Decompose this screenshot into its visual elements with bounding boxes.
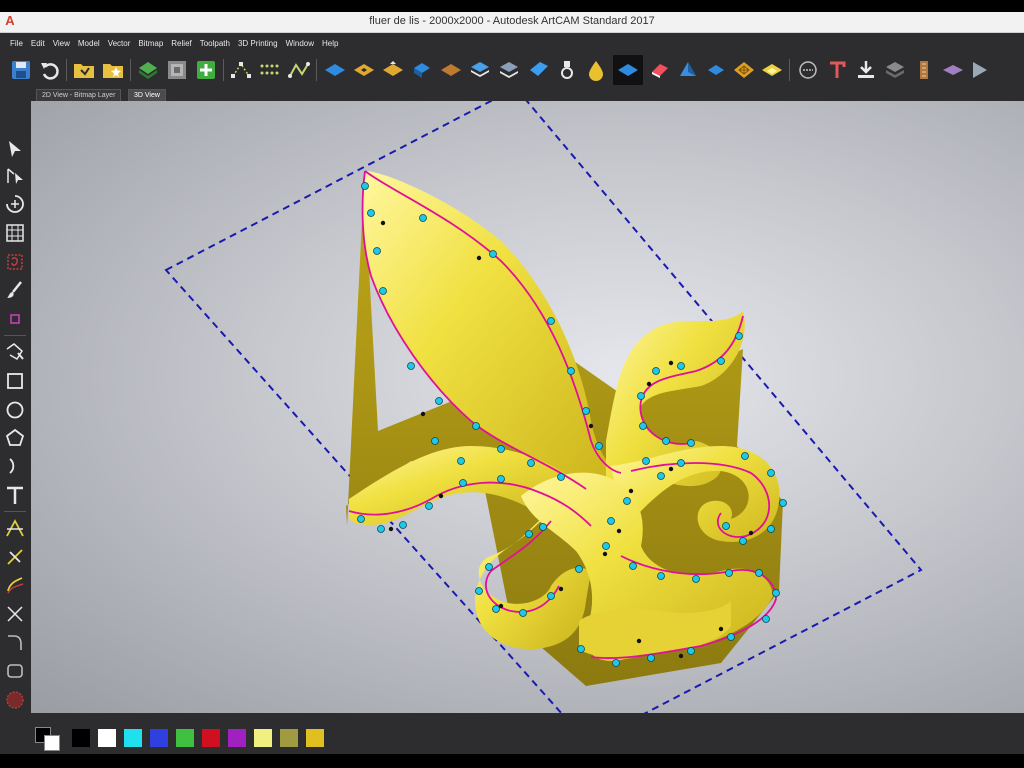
color-palette-bar [0, 713, 1024, 754]
toolbar-separator [223, 59, 224, 81]
drop-icon[interactable] [584, 58, 608, 82]
fleur-de-lis-relief [346, 171, 783, 686]
menu-edit[interactable]: Edit [27, 34, 49, 53]
text-icon[interactable] [4, 484, 26, 506]
menu-bar: File Edit View Model Vector Bitmap Relief Toolp… [0, 33, 1024, 52]
select-arrow-icon[interactable] [4, 138, 26, 160]
fit-curve-icon[interactable] [287, 58, 311, 82]
menu-3d-printing[interactable]: 3D Printing [234, 34, 282, 53]
rounded-rect-icon[interactable] [4, 660, 26, 682]
relief-layers-icon[interactable] [497, 58, 521, 82]
save-icon[interactable] [9, 58, 33, 82]
toolbar-separator [130, 59, 131, 81]
bend-icon[interactable] [4, 574, 26, 596]
window-title: fluer de lis - 2000x2000 - Autodesk ArtC… [369, 15, 655, 27]
tab-3d-view[interactable]: 3D View [128, 89, 166, 101]
menu-vector[interactable]: Vector [104, 34, 135, 53]
palette-color-blue[interactable] [150, 729, 168, 747]
import-relief-icon[interactable] [136, 58, 160, 82]
undo-icon[interactable] [38, 58, 62, 82]
menu-model[interactable]: Model [74, 34, 104, 53]
palette-color-gold[interactable] [306, 729, 324, 747]
layers-3d-icon[interactable] [883, 58, 907, 82]
flat-plane-icon[interactable] [526, 58, 550, 82]
lighting-icon[interactable] [760, 58, 784, 82]
view-top-icon[interactable] [323, 58, 347, 82]
toolbar-separator [789, 59, 790, 81]
palette-color-black[interactable] [72, 729, 90, 747]
palette-color-red[interactable] [202, 729, 220, 747]
3d-viewport[interactable] [31, 101, 1024, 713]
menu-window[interactable]: Window [282, 34, 318, 53]
sphere-icon[interactable] [4, 689, 26, 711]
polyline-icon[interactable] [4, 341, 26, 363]
stitch-icon[interactable] [912, 58, 936, 82]
material-icon[interactable] [555, 58, 579, 82]
add-relief-icon[interactable] [194, 58, 218, 82]
rectangle-icon[interactable] [4, 370, 26, 392]
view-iso-front-icon[interactable] [352, 58, 376, 82]
toolbar-separator [316, 59, 317, 81]
vector-offset-icon[interactable] [4, 517, 26, 539]
shaded-relief-icon[interactable] [616, 58, 640, 82]
title-bar: A fluer de lis - 2000x2000 - Autodesk Ar… [0, 12, 1024, 33]
view-iso-right-icon[interactable] [410, 58, 434, 82]
layer-stack-icon[interactable] [468, 58, 492, 82]
texture-icon[interactable] [732, 58, 756, 82]
view-iso-back-icon[interactable] [439, 58, 463, 82]
view-tabs: 2D View - Bitmap Layer 3D View [0, 88, 1024, 101]
secondary-color-swatch[interactable] [44, 735, 60, 751]
smooth-nodes-icon[interactable] [258, 58, 282, 82]
palette-color-cyan[interactable] [124, 729, 142, 747]
polygon-icon[interactable] [4, 427, 26, 449]
eraser-icon[interactable] [648, 58, 672, 82]
main-toolbar [0, 52, 1024, 89]
menu-relief[interactable]: Relief [167, 34, 195, 53]
node-edit-icon[interactable] [4, 165, 26, 187]
bitmap-icon[interactable] [165, 58, 189, 82]
palette-color-light-yellow[interactable] [254, 729, 272, 747]
palette-color-olive[interactable] [280, 729, 298, 747]
toolbar-separator [4, 335, 26, 336]
palette-color-white[interactable] [98, 729, 116, 747]
menu-toolpath[interactable]: Toolpath [196, 34, 234, 53]
palette-color-green[interactable] [176, 729, 194, 747]
arc-icon[interactable] [4, 455, 26, 477]
transform-icon[interactable] [4, 193, 26, 215]
bitmap-select-icon[interactable] [4, 251, 26, 273]
new-model-icon[interactable] [101, 58, 125, 82]
export-icon[interactable] [854, 58, 878, 82]
measure-icon[interactable] [796, 58, 820, 82]
fillet-icon[interactable] [4, 631, 26, 653]
circle-icon[interactable] [4, 399, 26, 421]
text-tool-icon[interactable] [825, 58, 849, 82]
menu-help[interactable]: Help [318, 34, 342, 53]
palette-color-purple[interactable] [228, 729, 246, 747]
flatten-icon[interactable] [941, 58, 965, 82]
sculpt-icon[interactable] [676, 58, 700, 82]
view-iso-left-icon[interactable] [381, 58, 405, 82]
paint-brush-icon[interactable] [4, 279, 26, 301]
artcam-window: A fluer de lis - 2000x2000 - Autodesk Ar… [0, 12, 1024, 754]
tab-2d-view-bitmap-layer[interactable]: 2D View - Bitmap Layer [36, 89, 122, 101]
menu-bitmap[interactable]: Bitmap [134, 34, 167, 53]
play-icon[interactable] [968, 58, 992, 82]
node-editing-icon[interactable] [229, 58, 253, 82]
menu-view[interactable]: View [49, 34, 74, 53]
weld-icon[interactable] [4, 603, 26, 625]
view-plane-icon[interactable] [704, 58, 728, 82]
relief-model-canvas [164, 101, 923, 713]
color-fill-icon[interactable] [4, 308, 26, 330]
left-toolbar [0, 101, 31, 713]
toolbar-separator [4, 511, 26, 512]
menu-file[interactable]: File [0, 34, 27, 53]
toolbar-separator [66, 59, 67, 81]
grid-icon[interactable] [4, 222, 26, 244]
node-join-icon[interactable] [4, 546, 26, 568]
open-folder-icon[interactable] [72, 58, 96, 82]
